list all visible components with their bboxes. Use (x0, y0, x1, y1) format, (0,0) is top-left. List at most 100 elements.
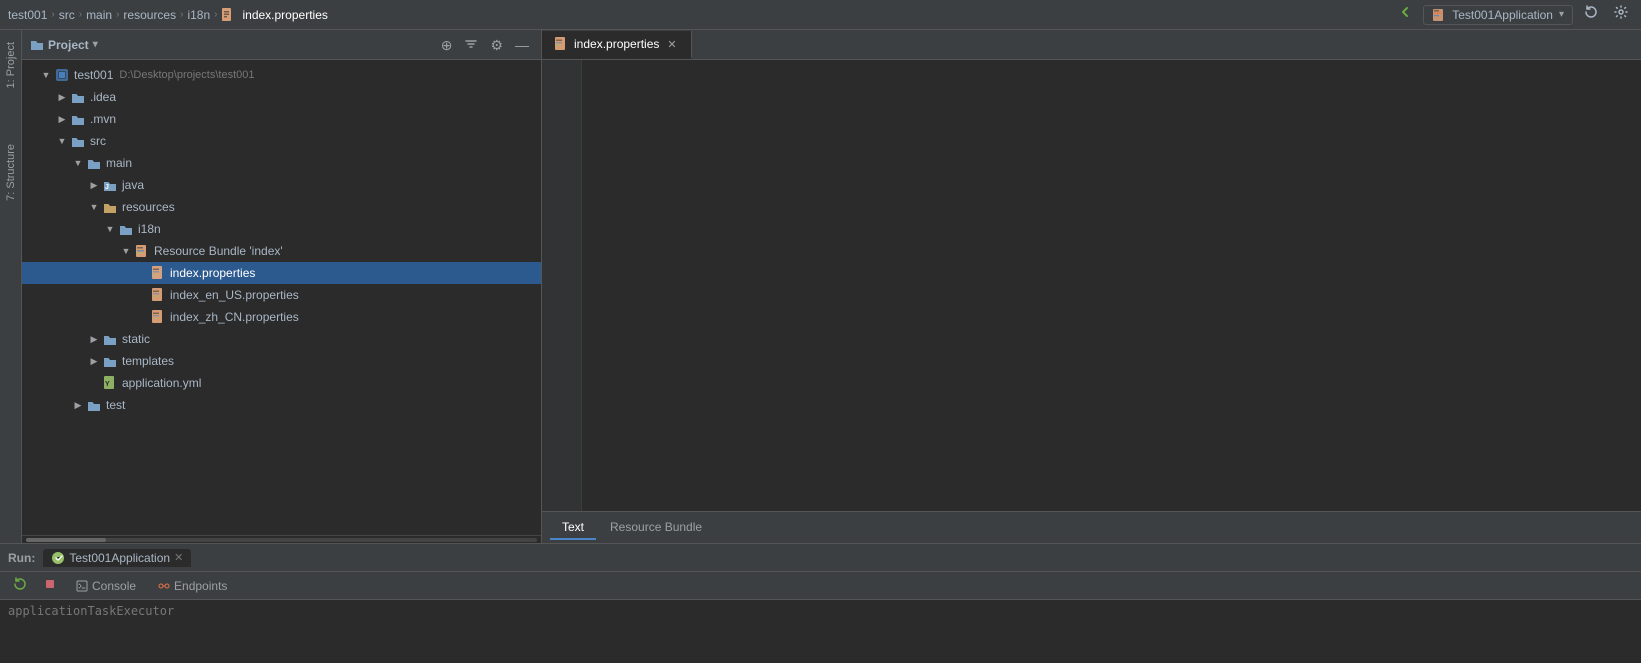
tree-item-index-zh-cn[interactable]: index_zh_CN.properties (22, 306, 541, 328)
tree-label-mvn: .mvn (90, 112, 116, 126)
tree-label-resources: resources (122, 200, 175, 214)
folder-static-icon (102, 331, 118, 347)
tree-item-idea[interactable]: ▶ .idea (22, 86, 541, 108)
tree-container[interactable]: ▼ test001 D:\Desktop\projects\test001 ▶ … (22, 60, 541, 535)
svg-text:Y: Y (105, 381, 110, 388)
breadcrumb-item-4[interactable]: i18n (187, 8, 210, 22)
hide-panel-button[interactable]: — (511, 35, 533, 55)
spring-boot-icon (51, 551, 65, 565)
tree-arrow-java: ▶ (86, 180, 102, 191)
tree-item-index-en-us[interactable]: index_en_US.properties (22, 284, 541, 306)
refresh-button[interactable] (1579, 2, 1603, 27)
breadcrumb-item-0[interactable]: test001 (8, 8, 47, 22)
bottom-tab-text[interactable]: Text (550, 516, 596, 540)
tree-item-java[interactable]: ▶ J java (22, 174, 541, 196)
console-text: applicationTaskExecutor (8, 604, 174, 618)
tree-item-index-properties[interactable]: index.properties (22, 262, 541, 284)
run-toolbar-console-tab[interactable]: Console (68, 577, 144, 595)
breadcrumb-item-5[interactable]: index.properties (242, 8, 327, 22)
tree-item-src[interactable]: ▼ src (22, 130, 541, 152)
bottom-tab-resource-bundle[interactable]: Resource Bundle (598, 516, 714, 540)
tree-item-test[interactable]: ▶ test (22, 394, 541, 416)
tree-item-resource-bundle[interactable]: ▼ Resource Bundle 'index' (22, 240, 541, 262)
module-icon (54, 67, 70, 83)
tab-close-button[interactable]: ✕ (665, 37, 678, 52)
run-tab-close[interactable]: ✕ (174, 551, 183, 564)
breadcrumb-item-2[interactable]: main (86, 8, 112, 22)
tree-label-src: src (90, 134, 106, 148)
tree-item-templates[interactable]: ▶ templates (22, 350, 541, 372)
sidebar-label-structure[interactable]: 7: Structure (3, 136, 19, 209)
run-console-content: applicationTaskExecutor (0, 600, 1641, 663)
folder-test-icon (86, 397, 102, 413)
tree-arrow-templates: ▶ (86, 356, 102, 367)
bottom-tab-resource-bundle-label: Resource Bundle (610, 520, 702, 534)
run-config-icon (1432, 8, 1446, 22)
add-content-root-button[interactable]: ⊕ (437, 35, 457, 55)
bottom-tab-text-label: Text (562, 520, 584, 534)
code-area[interactable] (582, 60, 1641, 511)
top-bar: test001 › src › main › resources › i18n … (0, 0, 1641, 30)
tree-item-static[interactable]: ▶ static (22, 328, 541, 350)
svg-text:J: J (105, 184, 109, 191)
tree-arrow-i18n: ▼ (102, 224, 118, 234)
breadcrumb-sep-3: › (180, 9, 183, 20)
tree-label-templates: templates (122, 354, 174, 368)
editor-tab-bar: index.properties ✕ (542, 30, 1641, 60)
yaml-file-icon: Y (102, 375, 118, 391)
scrollbar-track (26, 538, 537, 542)
tree-arrow-static: ▶ (86, 334, 102, 345)
tree-item-i18n[interactable]: ▼ i18n (22, 218, 541, 240)
properties-file-icon (221, 8, 235, 22)
tree-label-i18n: i18n (138, 222, 161, 236)
tree-item-test001[interactable]: ▼ test001 D:\Desktop\projects\test001 (22, 64, 541, 86)
folder-src-icon (70, 133, 86, 149)
tree-arrow-test001: ▼ (38, 70, 54, 80)
top-bar-right: Test001Application ▾ (1393, 2, 1633, 27)
tree-arrow-idea: ▶ (54, 92, 70, 103)
restart-button[interactable] (8, 574, 32, 597)
run-toolbar-endpoints-tab[interactable]: Endpoints (150, 577, 235, 595)
tree-horizontal-scrollbar[interactable] (22, 535, 541, 543)
run-app-tab[interactable]: Test001Application ✕ (43, 549, 191, 567)
collapse-all-button[interactable] (460, 35, 482, 55)
folder-mvn-icon (70, 111, 86, 127)
tree-item-resources[interactable]: ▼ resources (22, 196, 541, 218)
main-layout: 1: Project 7: Structure Project ▾ ⊕ ⚙ (0, 30, 1641, 543)
tree-label-index-properties: index.properties (170, 266, 255, 280)
editor-area: index.properties ✕ Text Resource Bundle (542, 30, 1641, 543)
tab-file-icon (554, 37, 568, 51)
tree-item-application-yml[interactable]: Y application.yml (22, 372, 541, 394)
tree-label-index-zh-cn: index_zh_CN.properties (170, 310, 299, 324)
bottom-tab-bar: Text Resource Bundle (542, 511, 1641, 543)
tree-arrow-main: ▼ (70, 158, 86, 168)
tree-label-idea: .idea (90, 90, 116, 104)
settings-gear-button[interactable]: ⚙ (486, 35, 507, 55)
stop-button[interactable] (38, 574, 62, 597)
tree-label-main: main (106, 156, 132, 170)
tree-label-test001: test001 (74, 68, 113, 82)
back-button[interactable] (1393, 2, 1417, 27)
tab-index-properties[interactable]: index.properties ✕ (542, 31, 692, 59)
run-panel: Run: Test001Application ✕ Console (0, 543, 1641, 663)
run-config-name: Test001Application (1452, 8, 1553, 22)
sidebar-label-project[interactable]: 1: Project (3, 34, 19, 96)
tree-arrow-resources: ▼ (86, 202, 102, 212)
settings-button[interactable] (1609, 2, 1633, 27)
resource-bundle-icon (134, 243, 150, 259)
tree-label-application-yml: application.yml (122, 376, 201, 390)
run-label: Run: (8, 551, 35, 565)
breadcrumb-item-1[interactable]: src (59, 8, 75, 22)
tree-item-mvn[interactable]: ▶ .mvn (22, 108, 541, 130)
console-icon (76, 580, 88, 592)
panel-title: Project ▾ (30, 38, 98, 52)
folder-templates-icon (102, 353, 118, 369)
run-config-dropdown-icon: ▾ (1559, 9, 1564, 20)
breadcrumb-item-3[interactable]: resources (123, 8, 176, 22)
run-config-selector[interactable]: Test001Application ▾ (1423, 5, 1573, 25)
tree-arrow-src: ▼ (54, 136, 70, 146)
tree-item-main[interactable]: ▼ main (22, 152, 541, 174)
properties-file-icon-tree (150, 265, 166, 281)
console-tab-label: Console (92, 579, 136, 593)
editor-content[interactable] (542, 60, 1641, 511)
